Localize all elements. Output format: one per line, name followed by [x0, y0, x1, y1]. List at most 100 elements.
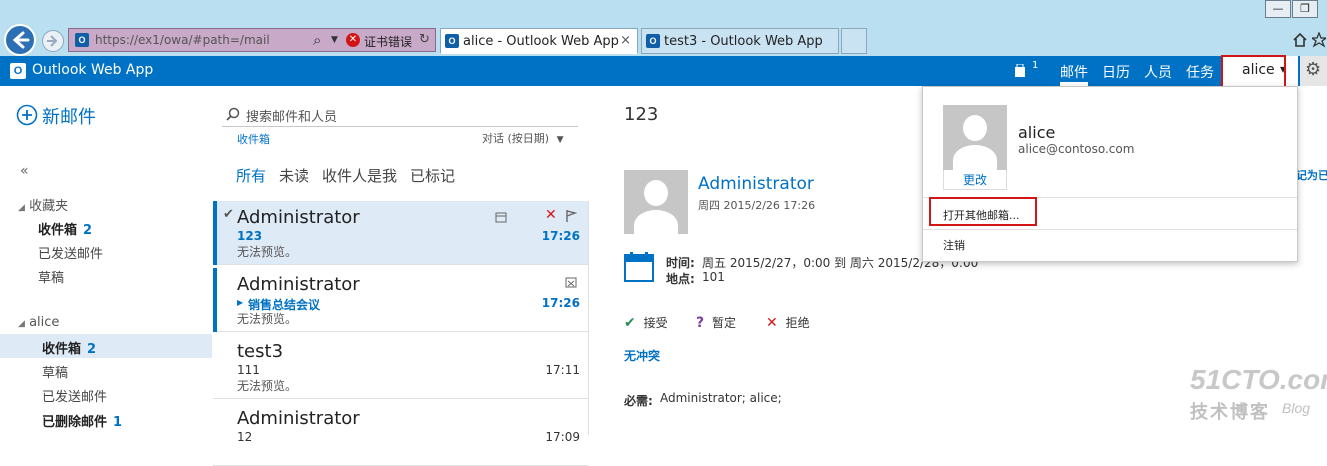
owa-top-bar: O Outlook Web App 1 邮件 日历 人员 任务 alice ▾ …	[0, 56, 1327, 86]
account-header-label: alice	[29, 315, 60, 330]
gear-icon: ⚙	[1305, 59, 1322, 80]
favorites-star-icon[interactable]	[1312, 32, 1326, 48]
watermark-tagline: 技术博客	[1190, 402, 1270, 423]
tab-alice[interactable]: O alice - Outlook Web App ×	[440, 28, 638, 54]
favorites-header[interactable]: ◢ 收藏夹	[18, 195, 68, 214]
account-inbox[interactable]: 收件箱 2	[42, 338, 96, 357]
message-row[interactable]: test3 111 无法预览。 17:11	[213, 335, 588, 399]
tab-close-icon[interactable]: ×	[620, 33, 631, 48]
folder-label: 收件箱	[38, 223, 78, 238]
filter-to-me[interactable]: 收件人是我	[322, 165, 397, 186]
cert-error-icon: ✕	[346, 33, 360, 47]
required-label: 必需:	[624, 394, 653, 408]
time-label: 时间:	[666, 256, 695, 270]
question-icon: ?	[696, 315, 705, 331]
minimize-button[interactable]: —	[1265, 0, 1291, 18]
favorites-drafts[interactable]: 草稿	[38, 267, 64, 286]
tentative-label: 暂定	[711, 316, 736, 330]
new-tab-button[interactable]	[841, 28, 867, 54]
decline-button[interactable]: ✕ 拒绝	[766, 314, 810, 331]
filter-flagged[interactable]: 已标记	[410, 165, 455, 186]
list-divider	[588, 201, 589, 435]
favorites-sent[interactable]: 已发送邮件	[38, 243, 103, 262]
message-preview: 无法预览。	[237, 312, 298, 326]
message-time: 17:09	[545, 430, 580, 444]
back-button[interactable]	[4, 24, 36, 56]
selected-indicator	[213, 201, 217, 265]
filter-unread[interactable]: 未读	[279, 165, 309, 186]
app-name: Outlook Web App	[32, 62, 154, 78]
chevron-down-icon: ▼	[556, 135, 564, 145]
checkmark-icon: ✔	[624, 315, 636, 331]
nav-calendar[interactable]: 日历	[1102, 62, 1130, 82]
notification-count: 1	[1032, 60, 1039, 71]
outlook-tab-icon: O	[445, 34, 459, 48]
expand-conversation-icon[interactable]: ▶	[237, 298, 243, 307]
popup-user-email: alice@contoso.com	[1018, 142, 1135, 156]
favorites-inbox[interactable]: 收件箱 2	[38, 219, 92, 238]
folder-label: 已删除邮件	[42, 415, 108, 430]
home-icon[interactable]	[1292, 32, 1308, 48]
outlook-logo-icon: O	[10, 63, 26, 79]
collapse-pane-icon[interactable]: «	[20, 163, 29, 179]
message-preview: 无法预览。	[237, 379, 298, 393]
popup-user-name: alice	[1018, 123, 1056, 142]
search-box[interactable]: 搜索邮件和人员	[222, 101, 578, 127]
account-header[interactable]: ◢ alice	[18, 315, 59, 330]
nav-mail[interactable]: 邮件	[1060, 62, 1088, 82]
outlook-tab-icon: O	[646, 34, 660, 48]
decline-label: 拒绝	[785, 316, 810, 330]
message-row[interactable]: ✔ Administrator 123 无法预览。 ✕ 17:26	[213, 201, 588, 265]
address-bar[interactable]: O https://ex1/owa/#path=/mail ⌕ ▼ ✕ 证书错误…	[68, 28, 436, 52]
message-row[interactable]: Administrator ▶ 销售总结会议 无法预览。 17:26	[213, 268, 588, 332]
highlight-open-other	[929, 197, 1037, 226]
calendar-icon	[495, 212, 507, 223]
tab-test3[interactable]: O test3 - Outlook Web App	[641, 28, 839, 54]
account-sent[interactable]: 已发送邮件	[42, 386, 107, 405]
required-attendees: Administrator; alice;	[660, 391, 782, 405]
nav-tasks[interactable]: 任务	[1186, 62, 1214, 82]
refresh-icon[interactable]: ↻	[419, 32, 430, 47]
filter-all[interactable]: 所有	[236, 165, 266, 186]
account-drafts[interactable]: 草稿	[42, 362, 68, 381]
restore-button[interactable]: ❐	[1292, 0, 1318, 18]
tentative-button[interactable]: ? 暂定	[696, 314, 736, 331]
sent-date: 周四 2015/2/26 17:26	[698, 199, 816, 212]
watermark-blog: Blog	[1282, 400, 1311, 416]
message-time: 17:11	[545, 363, 580, 377]
browser-chrome: — ❐ O https://ex1/owa/#path=/mail ⌕ ▼ ✕ …	[0, 0, 1327, 56]
settings-button[interactable]: ⚙	[1300, 56, 1327, 86]
nav-people[interactable]: 人员	[1144, 62, 1172, 82]
flag-icon[interactable]	[565, 209, 577, 223]
selected-folder-highlight	[0, 334, 212, 358]
location-value: 101	[702, 270, 725, 284]
folder-label: 收件箱	[42, 342, 82, 357]
sort-dropdown[interactable]: 对话 (按日期) ▼	[482, 130, 564, 146]
delete-icon[interactable]: ✕	[545, 207, 557, 223]
message-row[interactable]: Administrator 12 17:09	[213, 402, 588, 466]
search-placeholder: 搜索邮件和人员	[246, 110, 338, 125]
current-folder-label: 收件箱	[237, 133, 270, 146]
user-avatar	[943, 105, 1007, 171]
checkmark-icon[interactable]: ✔	[223, 207, 234, 222]
notification-icon[interactable]	[1014, 64, 1026, 78]
dropdown-icon[interactable]: ▼	[331, 35, 338, 45]
account-deleted[interactable]: 已删除邮件 1	[42, 411, 122, 430]
meeting-icon	[565, 277, 577, 288]
message-preview: 无法预览。	[237, 245, 298, 259]
sender-name[interactable]: Administrator	[698, 174, 814, 194]
sign-out-link[interactable]: 注销	[943, 237, 965, 253]
accept-button[interactable]: ✔ 接受	[624, 314, 668, 331]
search-icon[interactable]: ⌕	[313, 31, 321, 49]
message-subject: 12	[237, 430, 253, 444]
close-icon: ✕	[766, 315, 778, 331]
calendar-icon	[624, 252, 654, 282]
message-subject: 111	[237, 363, 260, 377]
no-conflict-link[interactable]: 无冲突	[624, 347, 660, 364]
change-photo-link[interactable]: 更改	[943, 170, 1007, 190]
mark-as-link[interactable]: 记为已	[1296, 167, 1327, 183]
cert-error-label[interactable]: 证书错误	[364, 33, 412, 50]
tab-label: alice - Outlook Web App	[463, 34, 619, 49]
unread-count: 1	[113, 415, 123, 430]
forward-button[interactable]	[42, 30, 64, 52]
